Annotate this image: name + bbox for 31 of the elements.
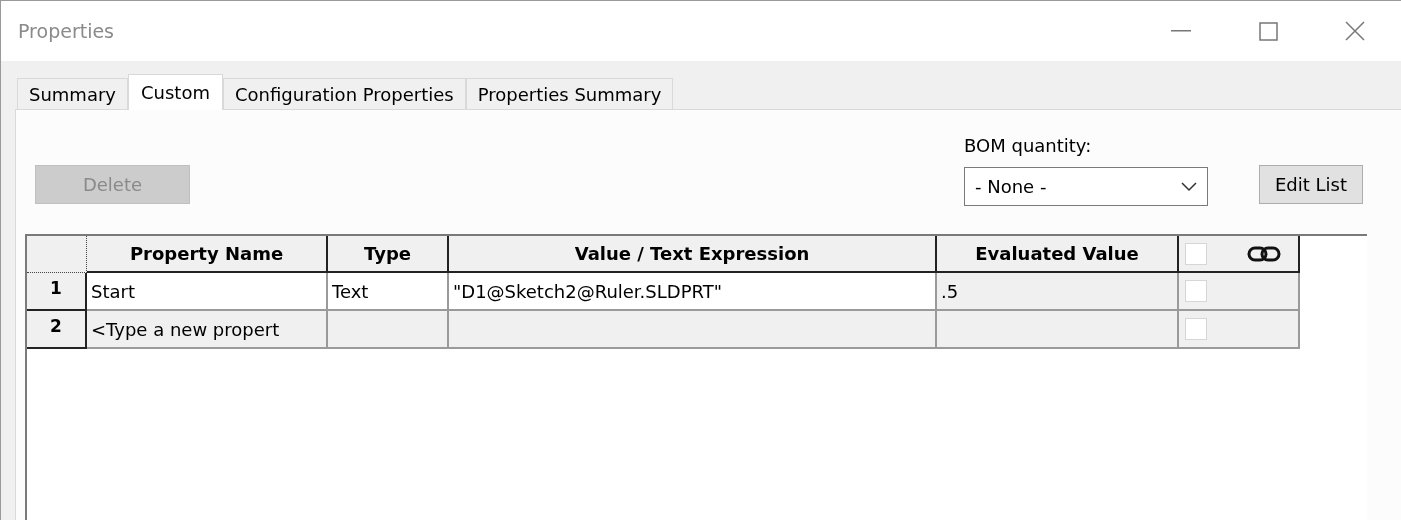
table-cell[interactable]: <Type a new propert [87, 311, 328, 349]
link-icon [1247, 244, 1281, 263]
window-title: Properties [18, 18, 115, 44]
tab[interactable]: Properties Summary [465, 78, 674, 109]
row-number: 1 [27, 273, 87, 311]
bom-quantity-label: BOM quantity: [964, 134, 1093, 158]
edit-list-button[interactable]: Edit List [1259, 165, 1363, 204]
close-icon[interactable] [1345, 21, 1365, 41]
maximize-icon[interactable] [1259, 21, 1278, 41]
tab[interactable]: Custom [128, 74, 223, 110]
table-cell[interactable]: .5 [937, 273, 1179, 311]
row-number: 2 [27, 311, 87, 349]
minimize-icon[interactable] [1171, 30, 1191, 32]
table-cell[interactable] [449, 311, 937, 349]
column-header[interactable]: Value / Text Expression [449, 236, 937, 273]
corner-cell [27, 236, 87, 273]
tab[interactable]: Configuration Properties [222, 78, 466, 109]
chevron-down-icon [1181, 181, 1197, 192]
bom-quantity-dropdown[interactable]: - None - [964, 167, 1208, 206]
table-cell[interactable] [328, 311, 449, 349]
checkbox[interactable] [1185, 280, 1207, 302]
checkbox[interactable] [1185, 242, 1207, 265]
table-cell[interactable]: "D1@Sketch2@Ruler.SLDPRT" [449, 273, 937, 311]
column-header[interactable]: Type [328, 236, 449, 273]
table-cell[interactable] [937, 311, 1179, 349]
checkbox[interactable] [1185, 318, 1207, 340]
column-header[interactable]: Property Name [87, 236, 328, 273]
table-cell[interactable]: Text [328, 273, 449, 311]
tab[interactable]: Summary [17, 78, 128, 109]
table-cell[interactable]: Start [87, 273, 328, 311]
column-header[interactable]: Evaluated Value [937, 236, 1179, 273]
